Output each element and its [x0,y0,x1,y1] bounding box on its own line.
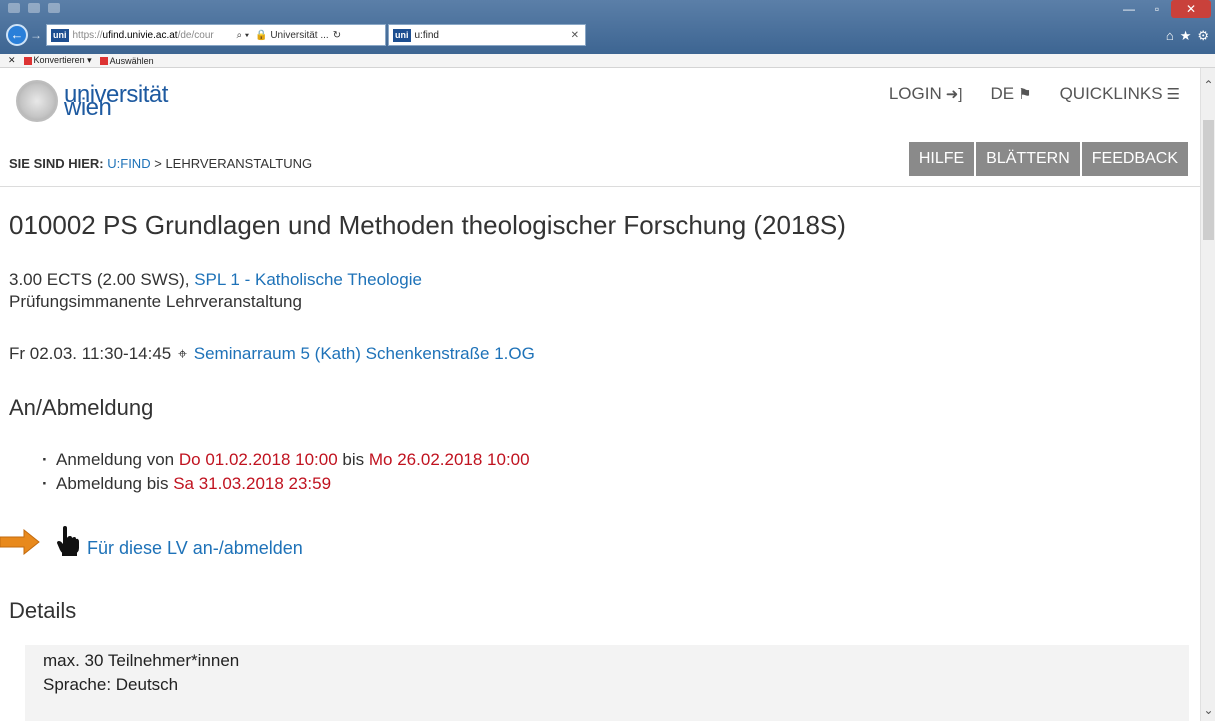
quicklinks-link[interactable]: QUICKLINKS ☰ [1060,84,1180,104]
tab-close-icon[interactable]: ✕ [571,30,579,41]
blaettern-button[interactable]: BLÄTTERN [976,142,1080,176]
menu-icon: ☰ [1166,86,1180,103]
university-seal-icon [16,80,58,122]
details-participants: max. 30 Teilnehmer*innen [43,651,240,670]
browser-chrome: — ▫ ✕ ← → uni https://ufind.univie.ac.at… [0,0,1215,54]
course-date: Fr 02.03. 11:30-14:45 ⌖ Seminarraum 5 (K… [9,344,535,363]
details-language: Sprache: Deutsch [43,675,179,694]
registration-list: Anmeldung von Do 01.02.2018 10:00 bis Mo… [42,448,530,496]
scroll-down-icon[interactable]: ⌄ [1201,703,1215,717]
list-item: Anmeldung von Do 01.02.2018 10:00 bis Mo… [42,448,530,472]
search-dropdown-icon[interactable]: ⌕ ▾ [237,30,250,41]
scrollbar-thumb[interactable] [1203,120,1214,240]
breadcrumb-home-link[interactable]: U:FIND [107,156,150,171]
refresh-icon[interactable]: ↻ [333,30,341,41]
browser-right-tools: ⌂ ★ ⚙ [1166,28,1209,44]
page-title: 010002 PS Grundlagen und Methoden theolo… [9,210,846,240]
top-navigation: LOGIN ➜] DE ⚑ QUICKLINKS ☰ [889,84,1180,104]
orange-arrow-icon [0,529,40,555]
page-content: universität wien LOGIN ➜] DE ⚑ QUICKLINKS ☰… [0,68,1200,721]
favorites-star-icon[interactable]: ★ [1180,28,1192,44]
details-heading: Details [9,598,77,623]
close-window-icon[interactable]: ✕ [1171,0,1211,18]
university-logo[interactable]: universität wien [16,80,168,122]
site-identity-label[interactable]: 🔒 Universität ... [255,30,329,41]
browser-tab[interactable]: uni u:find ✕ [388,24,586,46]
breadcrumb-current: LEHRVERANSTALTUNG [165,156,313,171]
window-title-bar: — ▫ ✕ [0,0,1215,20]
language-link[interactable]: DE ⚑ [990,84,1031,104]
flag-icon: ⚑ [1018,86,1032,103]
address-bar[interactable]: uni https://ufind.univie.ac.at/de/cour ⌕… [46,24,386,46]
convert-menu[interactable]: Konvertieren ▾ [23,55,92,66]
forward-button[interactable]: → [30,27,44,43]
quick-access-icons [8,3,60,13]
select-menu[interactable]: Auswählen [99,56,154,66]
hilfe-button[interactable]: HILFE [908,142,975,176]
site-favicon-icon: uni [51,28,69,42]
scroll-up-icon[interactable]: ⌃ [1201,78,1215,92]
location-crosshair-icon: ⌖ [177,346,187,363]
login-link[interactable]: LOGIN ➜] [889,84,963,104]
maximize-icon[interactable]: ▫ [1143,0,1171,18]
hand-pointer-icon [57,526,79,556]
course-type: Prüfungsimmanente Lehrveranstaltung [9,292,302,311]
minimize-icon[interactable]: — [1115,0,1143,18]
breadcrumb: SIE SIND HIER: U:FIND > LEHRVERANSTALTUN… [9,156,313,171]
page-scrollbar[interactable]: ⌃ ⌄ [1200,68,1215,721]
tab-favicon-icon: uni [393,28,411,42]
browser-nav-row: ← → uni https://ufind.univie.ac.at/de/co… [0,20,1215,54]
action-buttons: HILFE BLÄTTERN FEEDBACK [908,142,1188,176]
settings-gear-icon[interactable]: ⚙ [1197,28,1209,44]
registration-heading: An/Abmeldung [9,395,154,420]
window-controls: — ▫ ✕ [1115,0,1211,18]
tab-title: u:find [414,29,439,41]
home-icon[interactable]: ⌂ [1166,28,1174,44]
feedback-button[interactable]: FEEDBACK [1081,142,1188,176]
address-url: https://ufind.univie.ac.at/de/cour [72,29,214,41]
back-button[interactable]: ← [6,24,28,46]
login-arrow-icon: ➜] [945,86,963,103]
course-meta: 3.00 ECTS (2.00 SWS), SPL 1 - Katholisch… [9,270,422,311]
toolbar-close-icon[interactable]: ✕ [8,55,16,66]
details-box: max. 30 Teilnehmer*innen Sprache: Deutsc… [25,645,1189,721]
spl-link[interactable]: SPL 1 - Katholische Theologie [194,270,422,289]
favorites-toolbar: ✕ Konvertieren ▾ Auswählen [0,54,1215,68]
header-divider [0,186,1200,187]
room-link[interactable]: Seminarraum 5 (Kath) Schenkenstraße 1.OG [194,344,535,363]
list-item: Abmeldung bis Sa 31.03.2018 23:59 [42,472,530,496]
signup-link[interactable]: Für diese LV an-/abmelden [87,538,303,559]
